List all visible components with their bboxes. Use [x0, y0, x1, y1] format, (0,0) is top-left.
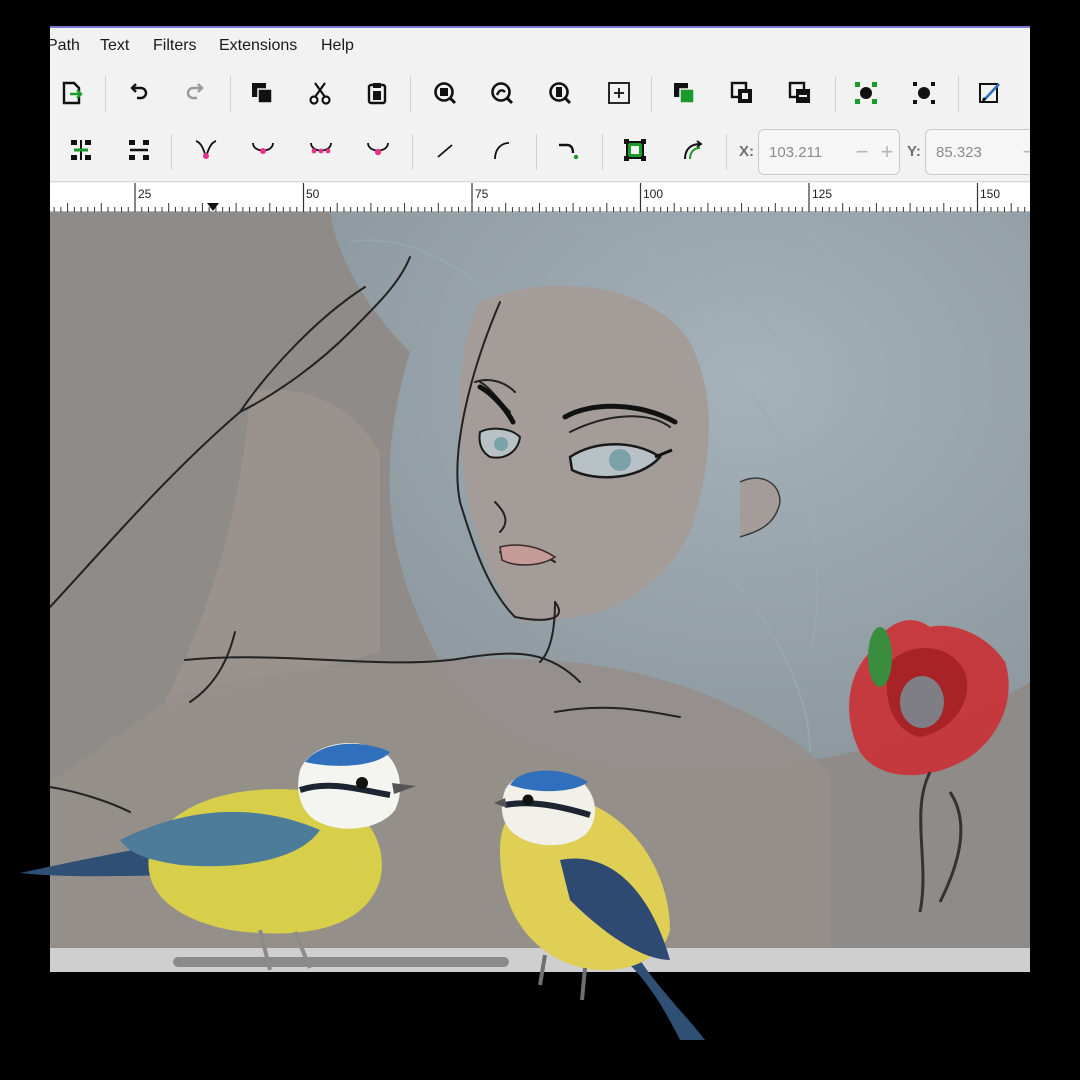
drawing-canvas[interactable]: [50, 212, 1030, 948]
ungroup-icon: [730, 81, 752, 103]
insert-node-button[interactable]: [61, 130, 101, 170]
cusp-node-icon: [195, 140, 217, 159]
auto-node-icon: [367, 142, 389, 156]
object-to-path-icon: [624, 139, 646, 161]
y-coordinate-label: Y:: [907, 143, 921, 160]
stroke-to-path-icon: [684, 140, 703, 160]
straight-segment-button[interactable]: [425, 130, 465, 170]
horizontal-scrollbar[interactable]: [50, 948, 1030, 972]
x-coordinate-value: 103.211: [769, 144, 823, 161]
cut-button[interactable]: [300, 73, 340, 113]
smooth-node-button[interactable]: [243, 130, 283, 170]
toolbar-separator: [726, 134, 727, 170]
ungroup-button[interactable]: [722, 73, 762, 113]
delete-node-button[interactable]: [119, 130, 159, 170]
paste-icon: [367, 83, 387, 105]
toolbar-separator: [412, 134, 413, 170]
zoom-drawing-icon: [491, 82, 514, 105]
curve-segment-button[interactable]: [482, 130, 522, 170]
ruler-label-75: 75: [475, 187, 489, 201]
toolbar-separator: [651, 76, 652, 112]
x-decrement-button[interactable]: −: [851, 138, 873, 168]
clone-icon: [788, 81, 810, 103]
duplicate-icon: [252, 83, 273, 104]
smooth-node-icon: [252, 142, 274, 154]
curve-segment-icon: [494, 142, 510, 160]
y-decrement-button[interactable]: −: [1018, 138, 1030, 168]
zoom-selection-icon: [434, 82, 457, 105]
undo-icon: [130, 83, 148, 100]
export-button[interactable]: [52, 73, 92, 113]
y-coordinate-value: 85.323: [936, 144, 982, 161]
node-snap-icon: [855, 82, 877, 104]
menu-filters[interactable]: Filters: [153, 37, 197, 55]
ruler-label-125: 125: [812, 187, 833, 201]
toolbar-separator: [958, 76, 959, 112]
ruler-ticks: [53, 183, 1026, 212]
x-coordinate-field[interactable]: 103.211 − +: [758, 129, 900, 175]
group-button[interactable]: [664, 73, 704, 113]
toolbar-separator: [410, 76, 411, 112]
fill-stroke-button[interactable]: [970, 73, 1010, 113]
symmetric-node-icon: [310, 142, 332, 154]
export-icon: [62, 81, 83, 105]
auto-node-button[interactable]: [358, 130, 398, 170]
menu-bar: Path Text Filters Extensions Help: [50, 28, 1030, 64]
group-icon: [674, 83, 695, 104]
toolbar-separator: [230, 76, 231, 112]
zoom-center-icon: [608, 82, 630, 104]
inkscape-window: Path Text Filters Extensions Help X: 103…: [50, 26, 1030, 972]
object-to-path-button[interactable]: [615, 130, 655, 170]
ruler-position-marker: [207, 203, 219, 211]
artwork: [50, 212, 1030, 948]
menu-path[interactable]: Path: [50, 37, 80, 55]
menu-extensions[interactable]: Extensions: [219, 37, 297, 55]
bbox-snap-button[interactable]: [904, 73, 944, 113]
duplicate-button[interactable]: [242, 73, 282, 113]
ruler-label-100: 100: [643, 187, 664, 201]
toolbar-separator: [105, 76, 106, 112]
horizontal-ruler[interactable]: 25 50 75 100 125 150: [50, 183, 1030, 212]
ruler-label-150: 150: [980, 187, 1001, 201]
menu-text[interactable]: Text: [100, 37, 129, 55]
fill-stroke-icon: [979, 83, 1000, 103]
node-tool-toolbar: X: 103.211 − + Y: 85.323 −: [50, 122, 1030, 182]
x-increment-button[interactable]: +: [876, 138, 898, 168]
ruler-label-50: 50: [306, 187, 320, 201]
toolbar-separator: [536, 134, 537, 170]
redo-button[interactable]: [176, 73, 216, 113]
clone-button[interactable]: [780, 73, 820, 113]
break-path-button[interactable]: [548, 130, 588, 170]
symmetric-node-button[interactable]: [301, 130, 341, 170]
horizontal-scroll-thumb[interactable]: [173, 957, 509, 967]
redo-icon: [186, 83, 204, 100]
zoom-page-icon: [549, 82, 572, 105]
stroke-to-path-button[interactable]: [673, 130, 713, 170]
zoom-drawing-button[interactable]: [482, 73, 522, 113]
commands-toolbar: [50, 64, 1030, 124]
menu-help[interactable]: Help: [321, 37, 354, 55]
zoom-center-button[interactable]: [599, 73, 639, 113]
cut-icon: [309, 82, 331, 105]
straight-segment-icon: [437, 144, 453, 158]
node-snap-button[interactable]: [846, 73, 886, 113]
x-coordinate-label: X:: [739, 143, 754, 160]
y-coordinate-field[interactable]: 85.323 −: [925, 129, 1030, 175]
zoom-selection-button[interactable]: [425, 73, 465, 113]
toolbar-separator: [171, 134, 172, 170]
paste-button[interactable]: [357, 73, 397, 113]
cusp-node-button[interactable]: [186, 130, 226, 170]
undo-button[interactable]: [118, 73, 158, 113]
delete-node-icon: [129, 140, 149, 160]
rose-watermark: [849, 620, 1009, 913]
insert-node-icon: [71, 140, 91, 160]
bbox-snap-icon: [913, 82, 935, 104]
break-path-icon: [559, 143, 579, 160]
zoom-page-button[interactable]: [540, 73, 580, 113]
toolbar-separator: [602, 134, 603, 170]
toolbar-separator: [835, 76, 836, 112]
ruler-label-25: 25: [138, 187, 152, 201]
